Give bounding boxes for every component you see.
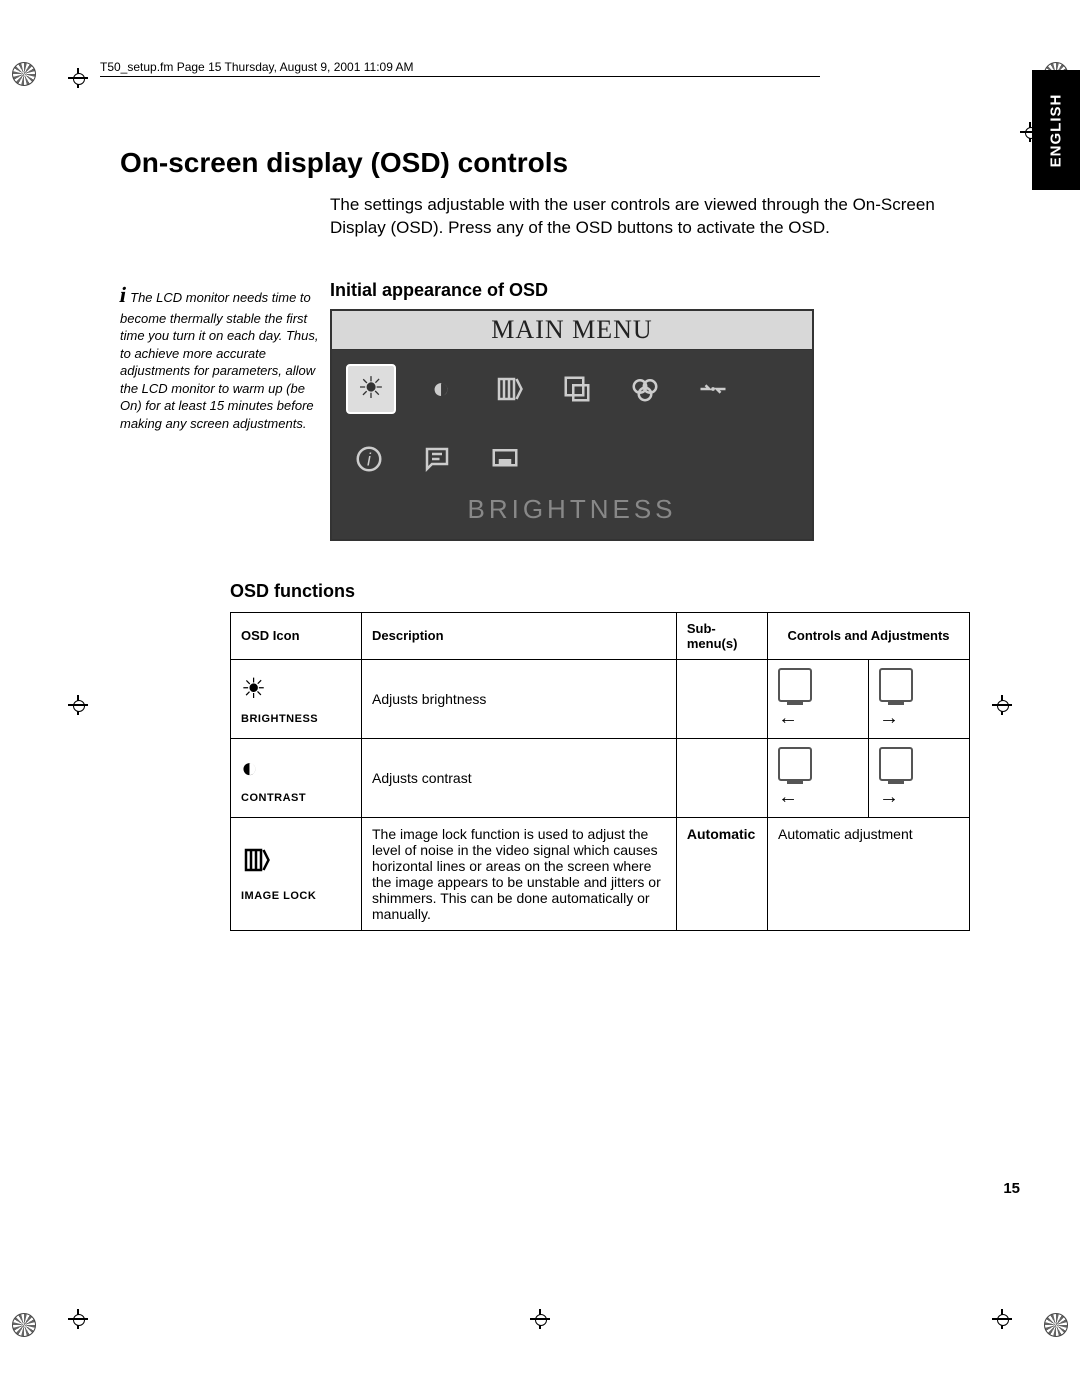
osd-title: MAIN MENU (332, 311, 812, 350)
brightness-icon: ☀ (241, 672, 351, 705)
row-control-text: Automatic adjustment (768, 817, 970, 930)
arrow-left-icon: ← (778, 786, 858, 809)
row-desc: Adjusts contrast (362, 738, 677, 817)
monitor-low-contrast-icon (778, 747, 812, 781)
crop-mark-icon (68, 68, 88, 88)
control-decrease: ← (768, 738, 869, 817)
osd-preview: MAIN MENU ☀ ◐ (330, 309, 814, 541)
col-description: Description (362, 612, 677, 659)
osd-functions-heading: OSD functions (230, 581, 970, 602)
control-increase: → (869, 738, 970, 817)
reg-mark-icon (12, 62, 36, 86)
reset-icon (690, 366, 736, 412)
control-decrease: ← (768, 659, 869, 738)
image-lock-icon (486, 366, 532, 412)
page-title: On-screen display (OSD) controls (120, 147, 1000, 179)
row-desc: The image lock function is used to adjus… (362, 817, 677, 930)
osd-selected-label: BRIGHTNESS (332, 488, 812, 539)
svg-text:i: i (367, 449, 372, 469)
arrow-left-icon: ← (778, 707, 858, 730)
image-lock-icon (241, 845, 351, 882)
osd-functions-table: OSD Icon Description Sub-menu(s) Control… (230, 612, 970, 931)
row-icon-label: CONTRAST (241, 792, 306, 804)
image-position-icon (554, 366, 600, 412)
row-icon-label: IMAGE LOCK (241, 890, 316, 902)
page-header: T50_setup.fm Page 15 Thursday, August 9,… (100, 60, 820, 77)
reg-mark-icon (12, 1313, 36, 1337)
row-submenu: Automatic (676, 817, 767, 930)
sidenote-text: The LCD monitor needs time to become the… (120, 290, 318, 431)
crop-mark-icon (530, 1309, 550, 1329)
row-submenu (676, 738, 767, 817)
row-submenu (676, 659, 767, 738)
contrast-icon: ◐ (241, 752, 351, 784)
monitor-high-contrast-icon (879, 747, 913, 781)
intro-text: The settings adjustable with the user co… (330, 194, 960, 240)
language-icon (414, 436, 460, 482)
monitor-bright-icon (879, 668, 913, 702)
color-icon (622, 366, 668, 412)
col-submenu: Sub-menu(s) (676, 612, 767, 659)
contrast-icon: ◐ (418, 366, 464, 412)
row-desc: Adjusts brightness (362, 659, 677, 738)
language-tab: ENGLISH (1032, 70, 1080, 190)
col-osd-icon: OSD Icon (231, 612, 362, 659)
arrow-right-icon: → (879, 707, 959, 730)
brightness-icon: ☀ (346, 364, 396, 414)
info-icon: i (117, 280, 128, 310)
table-row: ☀ BRIGHTNESS Adjusts brightness ← → (231, 659, 970, 738)
crop-mark-icon (992, 1309, 1012, 1329)
information-icon: i (346, 436, 392, 482)
language-tab-label: ENGLISH (1048, 93, 1065, 167)
crop-mark-icon (68, 695, 88, 715)
table-row: IMAGE LOCK The image lock function is us… (231, 817, 970, 930)
sidenote: iThe LCD monitor needs time to become th… (120, 280, 330, 541)
monitor-dim-icon (778, 668, 812, 702)
row-icon-label: BRIGHTNESS (241, 713, 318, 725)
table-row: ◐ CONTRAST Adjusts contrast ← → (231, 738, 970, 817)
arrow-right-icon: → (879, 786, 959, 809)
display-mode-icon (482, 436, 528, 482)
reg-mark-icon (1044, 1313, 1068, 1337)
page-number: 15 (1003, 1180, 1020, 1197)
control-increase: → (869, 659, 970, 738)
osd-icon-grid: ☀ ◐ i (332, 350, 812, 488)
initial-appearance-heading: Initial appearance of OSD (330, 280, 1000, 301)
crop-mark-icon (68, 1309, 88, 1329)
col-controls: Controls and Adjustments (768, 612, 970, 659)
